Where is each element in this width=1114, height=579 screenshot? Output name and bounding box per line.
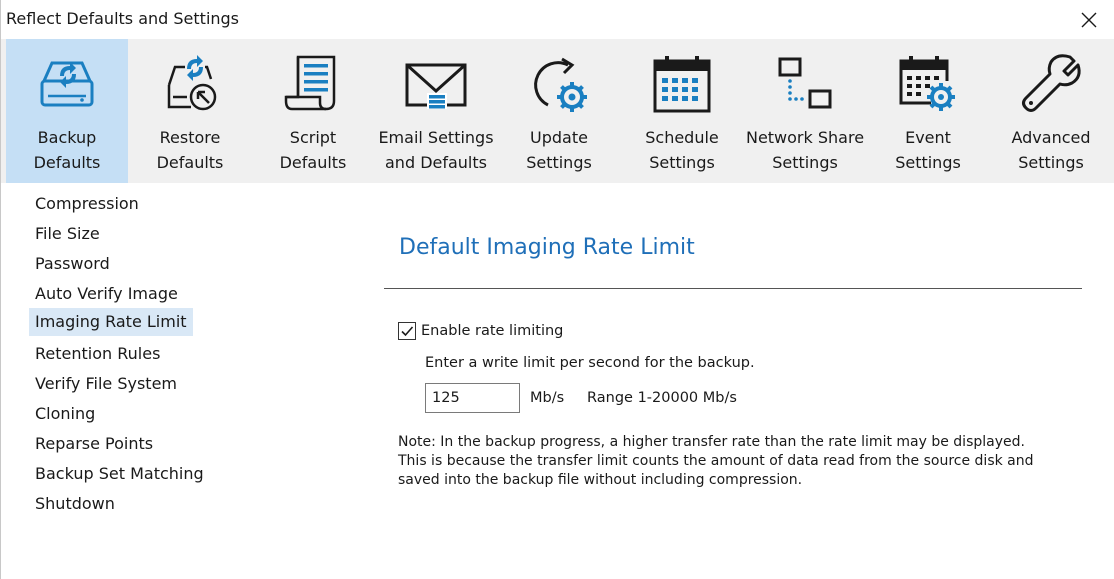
sidebar-item-shutdown[interactable]: Shutdown [29, 490, 121, 518]
enable-rate-limiting-label: Enable rate limiting [421, 323, 564, 339]
sidebar-item-file-size[interactable]: File Size [29, 220, 106, 248]
close-button[interactable] [1071, 5, 1107, 35]
tool-label-line1: Network Share [745, 128, 865, 147]
tool-label-line2: Defaults [33, 153, 101, 172]
tool-backup-defaults[interactable]: Backup Defaults [6, 39, 128, 183]
window-title: Reflect Defaults and Settings [6, 9, 240, 28]
sidebar-item-compression[interactable]: Compression [29, 190, 145, 218]
sidebar-item-auto-verify-image[interactable]: Auto Verify Image [29, 280, 184, 308]
close-icon [1081, 12, 1097, 28]
tool-advanced-settings[interactable]: Advanced Settings [990, 39, 1112, 183]
sidebar-item-cloning[interactable]: Cloning [29, 400, 101, 428]
tool-label-line1: Update [530, 128, 588, 147]
backup-drive-icon [40, 61, 94, 107]
rate-limit-input[interactable] [425, 383, 520, 413]
tool-label-line2: Settings [649, 153, 715, 172]
tool-label-line1: Backup [37, 128, 97, 147]
restore-icon [167, 55, 217, 111]
tool-restore-defaults[interactable]: Restore Defaults [129, 39, 251, 183]
checkbox-box[interactable] [398, 322, 416, 340]
settings-window: Reflect Defaults and Settings Backup Def… [0, 0, 1114, 579]
sidebar-item-backup-set-matching[interactable]: Backup Set Matching [29, 460, 210, 488]
tool-label-line1: Email Settings [378, 128, 494, 147]
tool-label-line2: Defaults [279, 153, 347, 172]
tool-label-line2: Settings [772, 153, 838, 172]
network-share-icon [778, 57, 832, 109]
sidebar-item-password[interactable]: Password [29, 250, 116, 278]
tool-label-line2: Defaults [156, 153, 224, 172]
tool-label-line1: Event [905, 128, 951, 147]
schedule-icon [653, 56, 711, 113]
tool-network-share-settings[interactable]: Network Share Settings [744, 39, 866, 183]
sidebar-item-verify-file-system[interactable]: Verify File System [29, 370, 183, 398]
tool-update-settings[interactable]: Update Settings [498, 39, 620, 183]
event-icon [899, 56, 955, 111]
tool-label-line2: and Defaults [385, 153, 487, 172]
tool-label-line1: Script [289, 128, 337, 147]
tool-label-line1: Advanced [1011, 128, 1091, 147]
sidebar-item-imaging-rate-limit[interactable]: Imaging Rate Limit [29, 308, 193, 336]
wrench-icon [1022, 54, 1081, 112]
category-toolbar: Backup Defaults Restore Defaults Script … [1, 39, 1114, 183]
write-limit-hint: Enter a write limit per second for the b… [425, 355, 755, 371]
tool-label-line2: Settings [895, 153, 961, 172]
sidebar-item-retention-rules[interactable]: Retention Rules [29, 340, 166, 368]
sidebar-item-reparse-points[interactable]: Reparse Points [29, 430, 159, 458]
tool-script-defaults[interactable]: Script Defaults [252, 39, 374, 183]
tool-event-settings[interactable]: Event Settings [867, 39, 989, 183]
tool-label-line1: Schedule [645, 128, 719, 147]
heading-divider [384, 288, 1082, 289]
script-icon [284, 55, 336, 111]
rate-unit-label: Mb/s [530, 390, 565, 406]
tool-schedule-settings[interactable]: Schedule Settings [621, 39, 743, 183]
update-icon [534, 57, 587, 112]
tool-label-line2: Settings [526, 153, 592, 172]
rate-range-label: Range 1-20000 Mb/s [587, 390, 737, 406]
panel-heading: Default Imaging Rate Limit [399, 235, 695, 260]
tool-email-settings[interactable]: Email Settings and Defaults [375, 39, 497, 183]
tool-label-line2: Settings [1018, 153, 1084, 172]
title-bar: Reflect Defaults and Settings [1, 0, 1114, 39]
enable-rate-limiting-checkbox[interactable]: Enable rate limiting [398, 320, 563, 342]
rate-limit-note: Note: In the backup progress, a higher t… [398, 434, 1034, 488]
email-icon [405, 63, 467, 109]
tool-label-line1: Restore [159, 128, 221, 147]
checkmark-icon [401, 326, 414, 337]
